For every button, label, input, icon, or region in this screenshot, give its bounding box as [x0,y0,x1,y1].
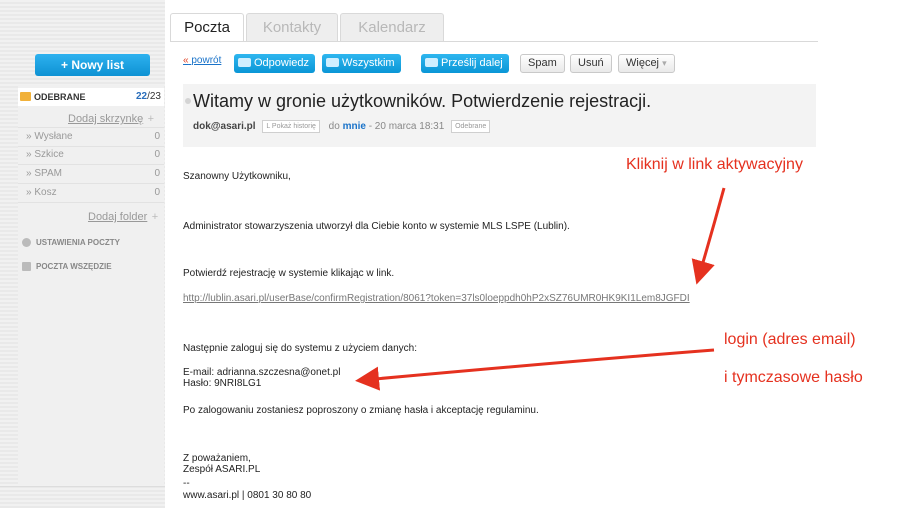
annotation-arrows [355,187,726,391]
arrow-to-credentials [355,348,715,391]
arrow-to-link [691,187,726,285]
